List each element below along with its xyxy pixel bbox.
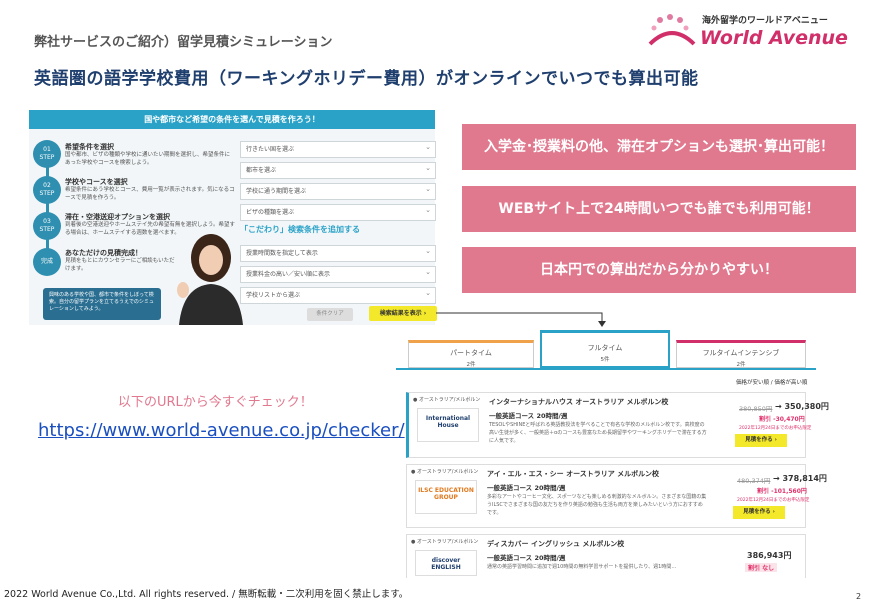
visa-select[interactable]: ビザの種類を選ぶ [240,203,436,221]
callout-bubble: 興味のある学校や国、都市で条件をしぼって検索。自分の留学プランを立てるうえでのシ… [43,288,161,320]
logo-tagline: 海外留学のワールドアベニュー [702,16,828,26]
hours-select[interactable]: 授業時間数を指定して表示 [240,244,436,262]
card-location: ● オーストラリア/メルボルン [411,469,479,475]
page-title: 英語圏の語学学校費用（ワーキングホリデー費用）がオンラインでいつでも算出可能 [34,69,699,89]
card-course: 一般英語コース 20時間/週 [489,412,568,420]
city-select[interactable]: 都市を選ぶ [240,161,436,179]
logo-mark-icon [648,14,696,46]
tab-part-time[interactable]: パートタイム 2件 [408,340,534,368]
create-quote-button[interactable]: 見積を作る › [733,506,785,519]
card-location: ● オーストラリア/メルボルン [411,539,479,545]
search-selects: 行きたい国を選ぶ 都市を選ぶ 学校に通う期間を選ぶ ビザの種類を選ぶ 授業時間数… [240,137,436,304]
card-deadline: 2022年12月24日までのお申込限定 [737,498,810,503]
tab-part-time-label: パートタイム [450,349,492,357]
tab-part-time-count: 2件 [466,362,476,368]
tab-intensive-count: 2件 [736,362,746,368]
add-condition-link[interactable]: 「こだわり」検索条件を追加する [240,224,360,235]
card-location: ● オーストラリア/メルボルン [413,397,481,403]
school-list-select[interactable]: 学校リストから選ぶ [240,286,436,304]
card-price: 386,943円 [747,551,792,560]
counselor-photo [177,234,243,325]
step-2-badge: 02 STEP [33,176,61,204]
tab-full-time[interactable]: フルタイム 5件 [540,330,670,368]
form-header-bar: 国や都市など希望の条件を選んで見積を作ろう！ [29,110,435,129]
tab-full-time-count: 5件 [600,357,610,363]
url-callout-text: 以下のURLから今すぐチェック！ [118,395,313,410]
step-1-badge: 01 STEP [33,140,61,168]
card-original-price: 380,850円 [739,405,773,413]
copyright-footer: 2022 World Avenue Co.,Ltd. All rights re… [4,589,409,600]
step-1-desc: 国や都市、ビザの種類や学校に通いたい期間を選択し、希望条件にあった学校やコースを… [65,152,231,166]
sort-links[interactable]: 価格が安い順 / 価格が高い順 [736,378,807,386]
logo-name: World Avenue [700,27,848,49]
show-results-button[interactable]: 検索結果を表示 › [369,306,437,321]
step-3-badge: 03 STEP [33,212,61,240]
tab-intensive-label: フルタイムインテンシブ [702,349,780,357]
card-description: 多彩なアートやコーヒー文化、スポーツなども楽しめる刺激的なメルボルン。さまざまな… [487,494,707,516]
step-4-desc: 見積をもとにカウンセラーにご相談もいただけます。 [65,258,175,272]
tab-full-time-intensive[interactable]: フルタイムインテンシブ 2件 [676,340,806,368]
card-description: 通常の英語学習時間に追加で週10時間の無料学習サポートを提供したり、週1時間… [487,564,677,570]
page-number: 2 [856,592,862,601]
country-select[interactable]: 行きたい国を選ぶ [240,140,436,158]
card-discount: 割引 -101,560円 [757,488,807,495]
feature-banner-24h: WEBサイト上で24時間いつでも誰でも利用可能！ [462,186,856,232]
tab-full-time-label: フルタイム [587,344,623,352]
checker-url-link[interactable]: https://www.world-avenue.co.jp/checker/ [38,420,405,441]
school-logo: International House [417,408,479,442]
school-logo: ILSC EDUCATION GROUP [415,480,477,514]
card-course: 一般英語コース 20時間/週 [487,554,566,562]
step-complete-badge: 完成 [33,248,61,276]
create-quote-button[interactable]: 見積を作る › [735,434,787,447]
card-school-name: アイ・エル・エス・シー オーストラリア メルボルン校 [487,470,660,478]
connector-arrow-icon [436,312,606,327]
clear-conditions-button[interactable]: 条件クリア [307,308,353,321]
price-order-select[interactable]: 授業料金の高い／安い順に表示 [240,265,436,283]
card-description: TESOLやSHINEと呼ばれる英語教授法を学べることで有名な学校のメルボルン校… [489,422,707,444]
feature-banner-yen: 日本円での算出だから分かりやすい！ [462,247,856,293]
school-card: ● オーストラリア/メルボルン discover ENGLISH ディスカバー … [406,534,806,578]
feature-banner-options: 入学金･授業料の他、滞在オプションも選択･算出可能！ [462,124,856,170]
card-school-name: ディスカバー イングリッシュ メルボルン校 [487,540,625,548]
card-price: → 350,380円 [775,402,829,411]
period-select[interactable]: 学校に通う期間を選ぶ [240,182,436,200]
step-2-desc: 希望条件にあう学校とコース、費用一覧が表示されます。気になるコースで見積を作ろう… [65,187,235,201]
card-school-name: インターナショナルハウス オーストラリア メルボルン校 [489,398,669,406]
card-original-price: 480,374円 [737,477,771,485]
card-discount: 割引 なし [745,563,778,572]
school-logo: discover ENGLISH [415,550,477,576]
world-avenue-logo: 海外留学のワールドアベニュー World Avenue [646,10,868,56]
card-price: → 378,814円 [773,474,827,483]
school-card: ● オーストラリア/メルボルン International House インター… [406,392,829,458]
school-card: ● オーストラリア/メルボルン ILSC EDUCATION GROUP アイ・… [406,464,827,528]
tab-underline [396,368,816,370]
card-deadline: 2022年12月24日までのお申込限定 [739,426,812,431]
page-subtitle: 弊社サービスのご紹介）留学見積シミュレーション [34,35,333,50]
card-discount: 割引 -30,470円 [759,416,805,423]
card-course: 一般英語コース 20時間/週 [487,484,566,492]
